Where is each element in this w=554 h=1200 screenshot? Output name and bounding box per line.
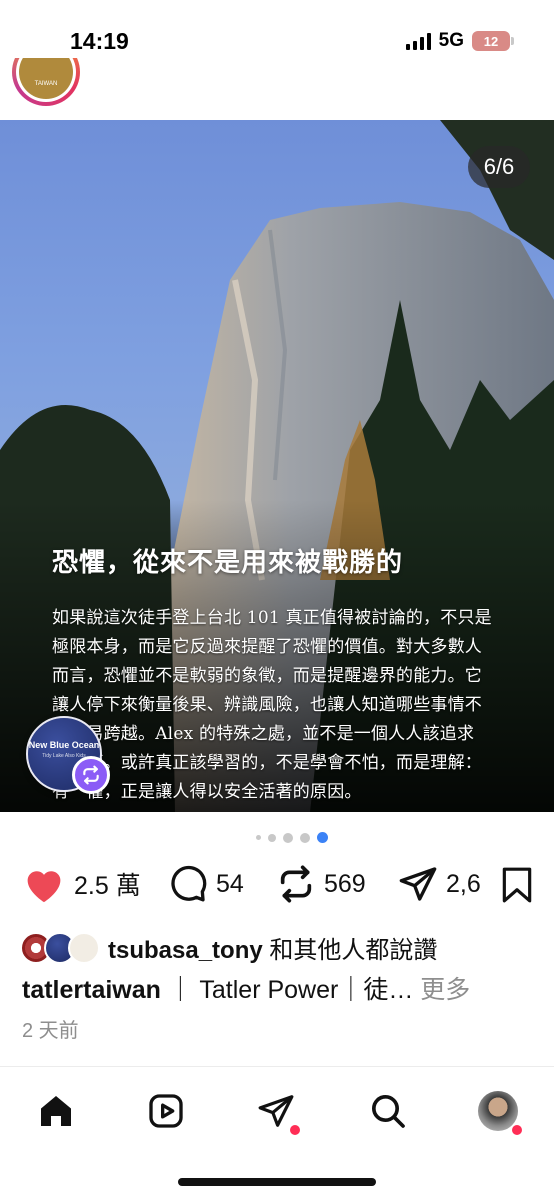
notification-dot [290,1125,300,1135]
avatar-label: TAIWAN [19,58,73,99]
author-avatar[interactable]: TAIWAN [12,58,80,108]
overlay-line: 有 懼，正是讓人得以安全活著的原因。 [52,782,362,802]
status-bar: 14:19 5G 12 [0,0,554,80]
liker-avatar [68,931,100,964]
liked-by-row[interactable]: tsubasa_tony 和其他人都說讚 [20,930,437,965]
repost-icon[interactable] [276,864,316,904]
send-icon[interactable] [257,1092,295,1130]
signal-icon [405,32,431,50]
comment-count: 54 [216,869,244,898]
overlay-line: 範。或許真正該學習的，不是學會不怕，而是理解： [52,753,482,773]
nav-search[interactable] [366,1089,410,1133]
share-count: 2,6 [446,869,481,898]
image-counter: 6/6 [468,146,530,188]
comment-icon[interactable] [168,864,208,904]
home-indicator [178,1178,376,1186]
nav-reels[interactable] [144,1089,188,1133]
status-indicators: 5G 12 [405,30,514,52]
caption-author[interactable]: tatlertaiwan [22,976,161,1004]
more-link[interactable]: 更多 [413,976,470,1004]
like-action[interactable]: 2.5 萬 [22,864,141,904]
carousel-dots [0,832,554,843]
post-caption: tatlertaiwan ｜ Tatler Power｜徒… 更多 [22,970,522,1006]
overlay-line: 極限本身，而是它反過來提醒了恐懼的價值。對大多數人 [52,637,482,657]
battery-level: 12 [483,33,499,49]
post-actions: 2.5 萬 54 569 2,6 [22,864,542,908]
overlay-body: 如果說這次徒手登上台北 101 真正值得被討論的，不只是 極限本身，而是它反過來… [52,604,504,807]
liked-by-user[interactable]: tsubasa_tony [108,937,263,964]
overlay-title: 恐懼，從來不是用來被戰勝的 [52,548,404,578]
status-time: 14:19 [70,28,129,54]
send-icon[interactable] [398,864,438,904]
overlay-line: 易跨越。Alex 的特殊之處，並不是一個人人該追求 [52,724,475,744]
overlay-line: 而言，恐懼並不是軟弱的象徵，而是提醒邊界的能力。它 [52,666,482,686]
notification-dot [512,1125,522,1135]
comment-action[interactable]: 54 [168,864,244,904]
repost-action[interactable]: 569 [276,864,366,904]
post-timestamp: 2 天前 [22,1020,79,1042]
repost-count: 569 [324,869,366,898]
bookmark-icon[interactable] [500,866,534,904]
nav-profile[interactable] [476,1089,522,1135]
search-icon[interactable] [368,1091,408,1131]
share-action[interactable]: 2,6 [398,864,481,904]
reels-icon[interactable] [146,1091,186,1131]
liker-avatars [20,931,102,964]
post-image[interactable]: 6/6 恐懼，從來不是用來被戰勝的 如果說這次徒手登上台北 101 真正值得被討… [0,120,554,812]
liked-by-text: tsubasa_tony 和其他人都說讚 [108,930,437,965]
caption-text: ｜ Tatler Power｜徒… [167,976,414,1004]
profile-avatar[interactable] [478,1091,518,1131]
repeat-badge-icon[interactable] [72,756,110,794]
liked-by-suffix: 和其他人都說讚 [262,937,438,964]
nav-messages[interactable] [254,1089,300,1135]
widget-title: New Blue Ocean [28,740,100,750]
battery-icon: 12 [472,31,514,51]
home-icon[interactable] [36,1091,76,1131]
network-label: 5G [438,30,464,51]
like-count: 2.5 萬 [74,872,141,900]
overlay-line: 讓人停下來衡量後果、辨識風險，也讓人知道哪些事情不 [52,695,482,715]
heart-icon[interactable] [22,864,66,904]
nav-home[interactable] [34,1089,78,1133]
overlay-line: 如果說這次徒手登上台北 101 真正值得被討論的，不只是 [52,608,492,628]
